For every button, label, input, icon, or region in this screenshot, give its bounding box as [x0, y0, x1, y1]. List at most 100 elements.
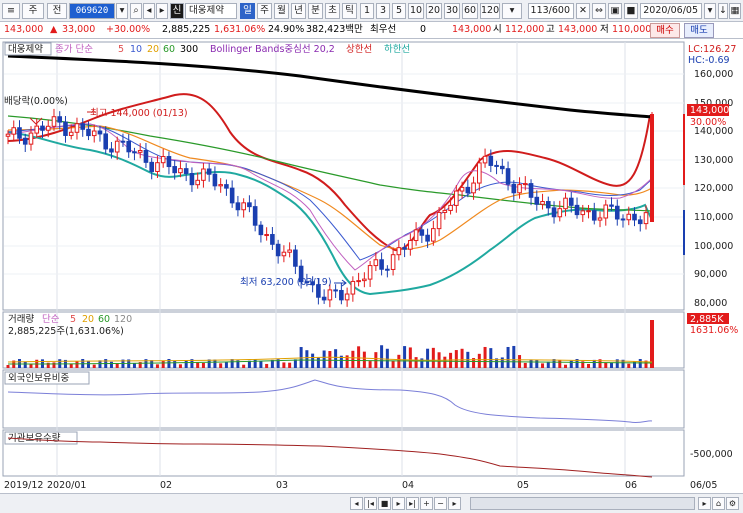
market-select[interactable]: 전	[47, 3, 67, 19]
volume-bar	[535, 359, 539, 368]
scroll-track[interactable]	[470, 497, 695, 510]
scroll-prev-icon[interactable]: |◂	[364, 497, 377, 510]
volume-bar	[115, 363, 119, 368]
sell-button[interactable]: 매도	[684, 23, 714, 38]
lock-icon[interactable]: ■	[624, 3, 638, 19]
interval-dropdown-icon[interactable]: ▾	[502, 3, 522, 19]
scroll-next-icon[interactable]: ▸|	[406, 497, 419, 510]
candle-body	[390, 254, 396, 270]
interval-1[interactable]: 1	[360, 3, 374, 19]
period-tick[interactable]: 틱	[342, 3, 357, 19]
save-icon[interactable]: ▣	[608, 3, 622, 19]
candle-body	[51, 116, 57, 127]
x-label-03: 03	[276, 480, 288, 491]
ma-legend-10: 10	[130, 44, 142, 55]
inst-holdings-line	[7, 437, 653, 478]
menu-button[interactable]: ≡	[2, 3, 20, 19]
candle-body	[367, 265, 373, 280]
candle-body	[413, 229, 419, 242]
candle-body	[522, 183, 528, 186]
volume-bar	[328, 351, 332, 368]
chart-type-select[interactable]: 주	[22, 3, 44, 19]
volume-bar	[506, 346, 510, 368]
period-second[interactable]: 초	[325, 3, 340, 19]
count-input[interactable]: 113/600	[528, 3, 574, 19]
volume-bar	[6, 365, 10, 368]
ma-legend-300: 300	[180, 44, 198, 55]
candle-body	[477, 162, 482, 184]
scroll-settings-icon[interactable]: ⚙	[726, 497, 739, 510]
chart-scrollbar[interactable]: ◂ |◂ ■ ▸ ▸| + − ▸ ▸ ⌂ ⚙	[0, 493, 743, 513]
scroll-right-icon[interactable]: ▸	[448, 497, 461, 510]
next-icon[interactable]: ▸	[156, 3, 168, 19]
hc-value: HC:-0.69	[688, 55, 730, 66]
x-label-06-05: 06/05	[690, 480, 717, 491]
candle-body	[557, 208, 563, 218]
candle-body	[114, 140, 120, 153]
stock-chart[interactable]: 최고 144,000 (01/13) 최저 63,200 (03/19) 배당락…	[0, 40, 743, 493]
scroll-left-icon[interactable]: ◂	[350, 497, 363, 510]
candle-body	[160, 156, 166, 164]
turnover-rate: 24.90%	[268, 24, 305, 35]
foreign-ratio-line	[7, 379, 653, 424]
high-label: 고	[546, 24, 555, 35]
candle-body	[321, 296, 327, 301]
bb-legend-label: Bollinger Bands중심선 20,2	[210, 44, 335, 55]
prev-icon[interactable]: ◂	[143, 3, 155, 19]
scroll-zoom-out-icon[interactable]: −	[434, 497, 447, 510]
code-dropdown-icon[interactable]: ▾	[116, 3, 128, 19]
interval-60[interactable]: 60	[462, 3, 478, 19]
interval-10[interactable]: 10	[408, 3, 424, 19]
volume-bar	[23, 361, 27, 368]
interval-20[interactable]: 20	[426, 3, 442, 19]
candle-body	[632, 213, 637, 221]
search-icon[interactable]: ⌕	[130, 3, 142, 19]
period-month[interactable]: 월	[274, 3, 289, 19]
volume-bar	[454, 350, 458, 368]
y-tick-120000: 120,000	[694, 183, 733, 194]
period-minute[interactable]: 분	[308, 3, 323, 19]
volume-bar	[362, 351, 366, 368]
current-price: 143,000	[4, 24, 44, 35]
candle-body	[155, 162, 160, 172]
candle-body	[591, 210, 597, 221]
down-arrow-icon[interactable]: ↓	[718, 3, 728, 19]
calendar-icon[interactable]: ▦	[729, 3, 741, 19]
period-year[interactable]: 년	[291, 3, 306, 19]
volume-percent: 1,631.06%	[214, 24, 266, 35]
candle-body	[436, 211, 442, 230]
arrows-icon[interactable]: ⇔	[592, 3, 606, 19]
buy-button[interactable]: 매수	[650, 23, 680, 38]
interval-30[interactable]: 30	[444, 3, 460, 19]
volume-bar	[529, 359, 533, 368]
stock-code-input[interactable]: 069620	[69, 3, 115, 19]
high-price-annotation: 최고 144,000 (01/13)	[90, 108, 188, 119]
scroll-end-icon[interactable]: ▸	[698, 497, 711, 510]
candle-body	[540, 201, 545, 205]
interval-120[interactable]: 120	[480, 3, 500, 19]
volume-bar	[500, 357, 504, 368]
expand-icon[interactable]: ✕	[576, 3, 590, 19]
low-price-annotation: 최저 63,200 (03/19)	[240, 277, 332, 288]
scroll-stop-icon[interactable]: ■	[378, 497, 391, 510]
interval-5[interactable]: 5	[392, 3, 406, 19]
period-week[interactable]: 주	[257, 3, 272, 19]
scroll-home-icon[interactable]: ⌂	[712, 497, 725, 510]
candle-body	[74, 123, 80, 133]
ma-legend-20: 20	[147, 44, 159, 55]
date-input[interactable]: 2020/06/05	[640, 3, 702, 19]
volume-bar	[230, 359, 234, 368]
candle-body	[580, 210, 586, 216]
last-volume-bar	[650, 320, 654, 368]
interval-3[interactable]: 3	[376, 3, 390, 19]
candle-body	[34, 125, 40, 134]
date-dropdown-icon[interactable]: ▾	[704, 3, 716, 19]
period-day[interactable]: 일	[240, 3, 255, 19]
x-label-02: 02	[160, 480, 172, 491]
stock-name-field[interactable]: 대웅제약	[185, 3, 237, 19]
scroll-zoom-in-icon[interactable]: +	[420, 497, 433, 510]
volume-bar	[92, 364, 96, 368]
volume-bar	[414, 357, 418, 368]
candle-body	[551, 207, 557, 218]
scroll-play-icon[interactable]: ▸	[392, 497, 405, 510]
